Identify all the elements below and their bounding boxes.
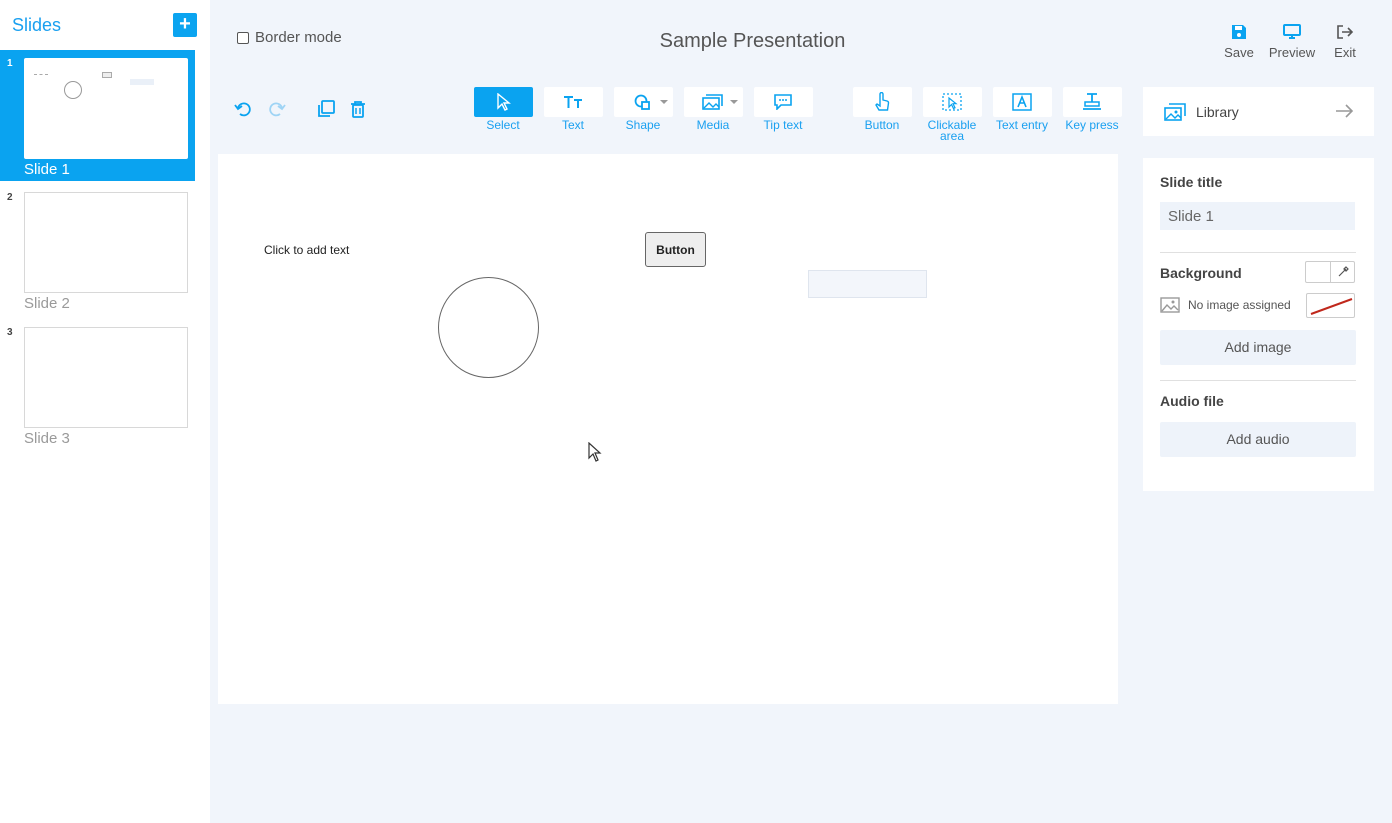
- thumb-text-element: [34, 74, 48, 75]
- floppy-disk-icon: [1222, 22, 1256, 42]
- images-icon: [1164, 102, 1186, 122]
- add-slide-button[interactable]: +: [173, 13, 197, 37]
- tool-shape-label: Shape: [625, 118, 661, 132]
- no-image-label: No image assigned: [1188, 298, 1291, 312]
- tool-select[interactable]: Select: [473, 87, 533, 131]
- properties-panel: Slide title Background No image assigned…: [1143, 158, 1374, 491]
- slide-label: Slide 2: [24, 295, 70, 312]
- slide-title-heading: Slide title: [1160, 174, 1223, 190]
- canvas-text-entry-element[interactable]: [808, 270, 927, 298]
- slide-canvas[interactable]: Click to add text Button: [218, 154, 1118, 704]
- tool-select-label: Select: [486, 118, 520, 132]
- tool-key-press[interactable]: Key press: [1062, 87, 1122, 131]
- tool-media[interactable]: Media: [683, 87, 743, 131]
- slide-number: 1: [7, 58, 13, 69]
- speech-bubble-icon: [774, 94, 792, 110]
- no-image-swatch[interactable]: [1306, 293, 1355, 318]
- tool-clickable-area-label: Clickable area: [927, 118, 977, 143]
- add-image-button[interactable]: Add image: [1160, 330, 1356, 365]
- slide-list-item-1[interactable]: 1 Slide 1: [0, 50, 195, 181]
- divider: [1160, 252, 1356, 253]
- text-icon: [564, 96, 582, 108]
- save-button[interactable]: Save: [1222, 22, 1256, 60]
- presentation-title: Sample Presentation: [659, 30, 846, 52]
- undo-icon[interactable]: [233, 99, 253, 119]
- background-image-row: No image assigned: [1160, 297, 1291, 313]
- thumb-text-entry-element: [130, 79, 154, 85]
- tool-clickable-area[interactable]: Clickable area: [922, 87, 982, 142]
- canvas-text-element[interactable]: Click to add text: [264, 243, 349, 257]
- key-press-icon: [1083, 93, 1101, 110]
- color-swatch[interactable]: [1306, 262, 1331, 282]
- audio-file-heading: Audio file: [1160, 393, 1224, 409]
- shape-icon: [634, 94, 650, 110]
- preview-button[interactable]: Preview: [1266, 22, 1318, 60]
- canvas-button-element[interactable]: Button: [645, 232, 706, 267]
- mouse-cursor-icon: [588, 442, 602, 462]
- image-icon: [1160, 297, 1180, 313]
- tool-tip-text-label: Tip text: [763, 118, 803, 132]
- save-label: Save: [1224, 45, 1254, 60]
- background-heading: Background: [1160, 265, 1242, 281]
- border-mode-label: Border mode: [255, 29, 342, 46]
- slide-list-item-2[interactable]: 2 Slide 2: [0, 184, 195, 315]
- border-mode-toggle[interactable]: Border mode: [237, 29, 342, 46]
- slide-list-item-3[interactable]: 3 Slide 3: [0, 319, 195, 450]
- hand-pointer-icon: [875, 92, 890, 111]
- slide-label: Slide 1: [24, 161, 70, 178]
- duplicate-icon[interactable]: [316, 99, 336, 119]
- eyedropper-icon[interactable]: [1331, 262, 1354, 282]
- slides-panel: Slides + 1 Slide 1 2 Slide 2 3 Slide 3: [0, 0, 210, 823]
- tool-media-label: Media: [696, 118, 730, 132]
- media-icon: [702, 94, 723, 110]
- tool-text-entry[interactable]: Text entry: [992, 87, 1052, 131]
- divider: [1160, 380, 1356, 381]
- slide-title-input[interactable]: [1160, 202, 1355, 230]
- tool-key-press-label: Key press: [1065, 118, 1119, 132]
- arrow-right-icon[interactable]: [1334, 101, 1354, 121]
- slide-thumbnail: [24, 58, 188, 159]
- slide-number: 2: [7, 192, 13, 203]
- add-audio-button[interactable]: Add audio: [1160, 422, 1356, 457]
- canvas-circle-shape[interactable]: [438, 277, 539, 378]
- exit-label: Exit: [1334, 45, 1356, 60]
- pointer-icon: [497, 93, 511, 111]
- library-label: Library: [1196, 103, 1239, 120]
- trash-icon[interactable]: [348, 99, 368, 119]
- tool-tip-text[interactable]: Tip text: [753, 87, 813, 131]
- tool-text-entry-label: Text entry: [995, 118, 1049, 132]
- text-entry-icon: [1012, 93, 1032, 111]
- preview-label: Preview: [1268, 45, 1316, 60]
- clickable-area-icon: [942, 93, 962, 111]
- exit-arrow-icon: [1330, 22, 1360, 42]
- tool-button-label: Button: [864, 118, 900, 132]
- thumb-button-element: [102, 72, 112, 78]
- chevron-down-icon: [729, 100, 738, 104]
- slide-thumbnail: [24, 192, 188, 293]
- monitor-icon: [1266, 22, 1318, 42]
- slide-number: 3: [7, 327, 13, 338]
- tool-shape[interactable]: Shape: [613, 87, 673, 131]
- library-toggle[interactable]: Library: [1143, 87, 1374, 136]
- slide-label: Slide 3: [24, 430, 70, 447]
- background-color-picker[interactable]: [1305, 261, 1355, 283]
- exit-button[interactable]: Exit: [1330, 22, 1360, 60]
- tool-text-label: Text: [561, 118, 584, 132]
- slides-panel-title: Slides: [12, 15, 62, 35]
- tool-button[interactable]: Button: [852, 87, 912, 131]
- chevron-down-icon: [659, 100, 668, 104]
- redo-icon[interactable]: [267, 99, 287, 119]
- slide-thumbnail: [24, 327, 188, 428]
- tool-text[interactable]: Text: [543, 87, 603, 131]
- thumb-circle-element: [64, 81, 82, 99]
- border-mode-checkbox[interactable]: [237, 31, 249, 44]
